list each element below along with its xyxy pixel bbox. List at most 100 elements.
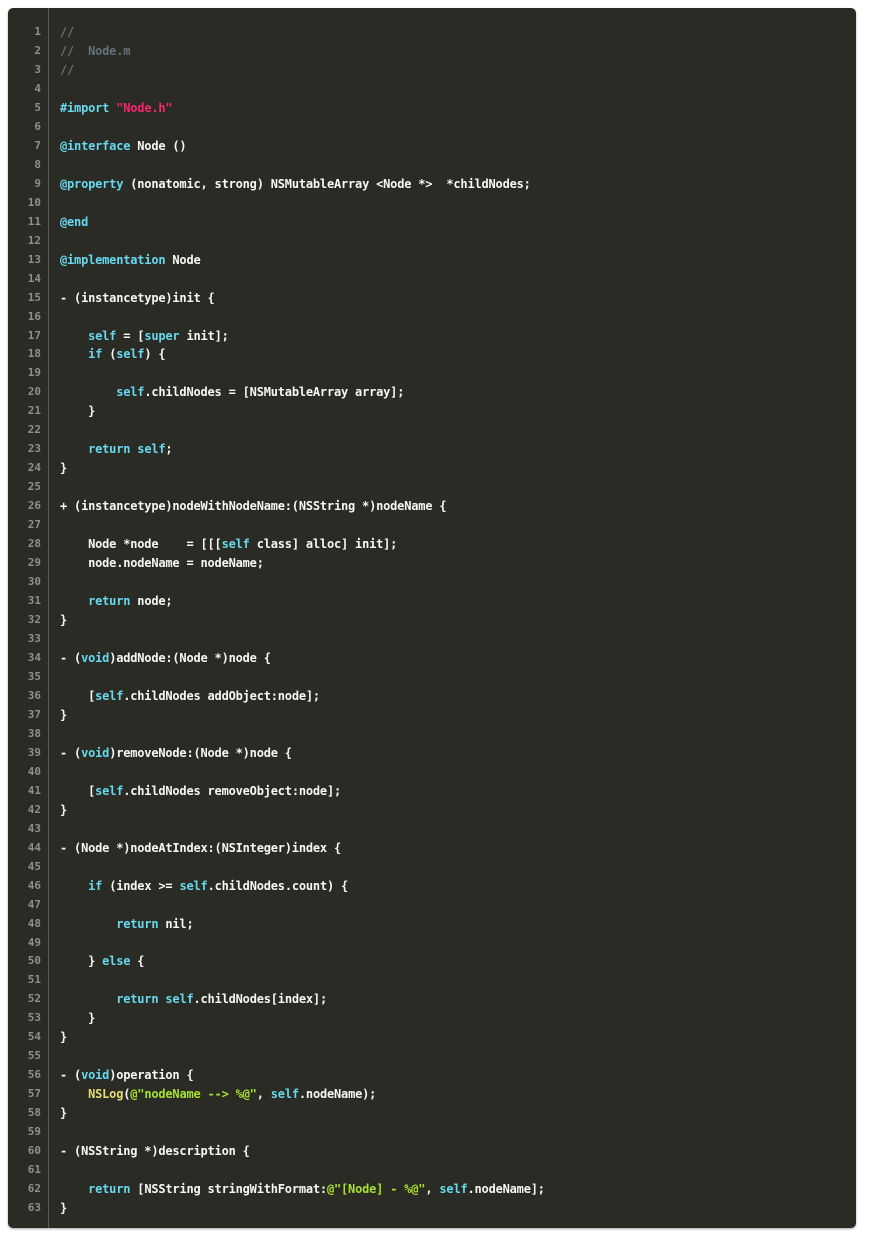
line-number: 62 xyxy=(8,1180,41,1199)
code-text: node.nodeName = nodeName; xyxy=(41,554,856,573)
code-line-29[interactable]: 29 node.nodeName = nodeName; xyxy=(8,554,856,573)
code-text: - (void)addNode:(Node *)node { xyxy=(41,649,856,668)
code-line-13[interactable]: 13@implementation Node xyxy=(8,251,856,270)
code-line-62[interactable]: 62 return [NSString stringWithFormat:@"[… xyxy=(8,1180,856,1199)
code-line-61[interactable]: 61 xyxy=(8,1161,856,1180)
code-line-14[interactable]: 14 xyxy=(8,270,856,289)
code-line-12[interactable]: 12 xyxy=(8,232,856,251)
line-number: 33 xyxy=(8,630,41,649)
code-line-53[interactable]: 53 } xyxy=(8,1009,856,1028)
code-line-40[interactable]: 40 xyxy=(8,763,856,782)
code-line-7[interactable]: 7@interface Node () xyxy=(8,137,856,156)
code-line-1[interactable]: 1// xyxy=(8,23,856,42)
code-line-15[interactable]: 15- (instancetype)init { xyxy=(8,289,856,308)
code-line-45[interactable]: 45 xyxy=(8,858,856,877)
code-line-48[interactable]: 48 return nil; xyxy=(8,915,856,934)
code-line-24[interactable]: 24} xyxy=(8,459,856,478)
line-number: 36 xyxy=(8,687,41,706)
code-line-51[interactable]: 51 xyxy=(8,971,856,990)
line-number: 11 xyxy=(8,213,41,232)
line-number: 23 xyxy=(8,440,41,459)
code-line-9[interactable]: 9@property (nonatomic, strong) NSMutable… xyxy=(8,175,856,194)
code-line-10[interactable]: 10 xyxy=(8,194,856,213)
code-line-25[interactable]: 25 xyxy=(8,478,856,497)
code-line-52[interactable]: 52 return self.childNodes[index]; xyxy=(8,990,856,1009)
line-number: 27 xyxy=(8,516,41,535)
code-line-43[interactable]: 43 xyxy=(8,820,856,839)
code-line-19[interactable]: 19 xyxy=(8,364,856,383)
code-line-54[interactable]: 54} xyxy=(8,1028,856,1047)
code-text xyxy=(41,118,856,137)
line-number: 37 xyxy=(8,706,41,725)
code-line-50[interactable]: 50 } else { xyxy=(8,952,856,971)
code-line-56[interactable]: 56- (void)operation { xyxy=(8,1066,856,1085)
code-text: - (instancetype)init { xyxy=(41,289,856,308)
code-line-33[interactable]: 33 xyxy=(8,630,856,649)
code-text: return [NSString stringWithFormat:@"[Nod… xyxy=(41,1180,856,1199)
code-line-34[interactable]: 34- (void)addNode:(Node *)node { xyxy=(8,649,856,668)
code-text: } xyxy=(41,1009,856,1028)
line-number: 25 xyxy=(8,478,41,497)
code-line-30[interactable]: 30 xyxy=(8,573,856,592)
code-line-2[interactable]: 2// Node.m xyxy=(8,42,856,61)
code-editor[interactable]: 1//2// Node.m3//45#import "Node.h"67@int… xyxy=(8,8,856,1228)
code-text xyxy=(41,668,856,687)
code-line-18[interactable]: 18 if (self) { xyxy=(8,345,856,364)
code-text: } xyxy=(41,459,856,478)
code-line-6[interactable]: 6 xyxy=(8,118,856,137)
code-line-20[interactable]: 20 self.childNodes = [NSMutableArray arr… xyxy=(8,383,856,402)
code-line-55[interactable]: 55 xyxy=(8,1047,856,1066)
code-line-47[interactable]: 47 xyxy=(8,896,856,915)
code-text xyxy=(41,934,856,953)
line-number: 42 xyxy=(8,801,41,820)
code-line-11[interactable]: 11@end xyxy=(8,213,856,232)
code-line-63[interactable]: 63} xyxy=(8,1199,856,1218)
line-number: 47 xyxy=(8,896,41,915)
code-text: // Node.m xyxy=(41,42,856,61)
code-line-39[interactable]: 39- (void)removeNode:(Node *)node { xyxy=(8,744,856,763)
code-line-38[interactable]: 38 xyxy=(8,725,856,744)
code-line-49[interactable]: 49 xyxy=(8,934,856,953)
code-text: return nil; xyxy=(41,915,856,934)
code-line-44[interactable]: 44- (Node *)nodeAtIndex:(NSInteger)index… xyxy=(8,839,856,858)
code-line-32[interactable]: 32} xyxy=(8,611,856,630)
code-line-23[interactable]: 23 return self; xyxy=(8,440,856,459)
code-text: self.childNodes = [NSMutableArray array]… xyxy=(41,383,856,402)
code-line-60[interactable]: 60- (NSString *)description { xyxy=(8,1142,856,1161)
code-line-4[interactable]: 4 xyxy=(8,80,856,99)
line-number: 39 xyxy=(8,744,41,763)
line-number: 49 xyxy=(8,934,41,953)
code-line-17[interactable]: 17 self = [super init]; xyxy=(8,327,856,346)
code-line-28[interactable]: 28 Node *node = [[[self class] alloc] in… xyxy=(8,535,856,554)
code-line-57[interactable]: 57 NSLog(@"nodeName --> %@", self.nodeNa… xyxy=(8,1085,856,1104)
code-text xyxy=(41,421,856,440)
code-line-27[interactable]: 27 xyxy=(8,516,856,535)
line-number: 57 xyxy=(8,1085,41,1104)
code-line-22[interactable]: 22 xyxy=(8,421,856,440)
code-text: @interface Node () xyxy=(41,137,856,156)
code-line-37[interactable]: 37} xyxy=(8,706,856,725)
code-text: // xyxy=(41,61,856,80)
code-line-16[interactable]: 16 xyxy=(8,308,856,327)
code-text: - (Node *)nodeAtIndex:(NSInteger)index { xyxy=(41,839,856,858)
code-line-31[interactable]: 31 return node; xyxy=(8,592,856,611)
code-text: } xyxy=(41,1104,856,1123)
code-line-5[interactable]: 5#import "Node.h" xyxy=(8,99,856,118)
code-line-8[interactable]: 8 xyxy=(8,156,856,175)
code-line-21[interactable]: 21 } xyxy=(8,402,856,421)
line-number: 58 xyxy=(8,1104,41,1123)
code-line-26[interactable]: 26+ (instancetype)nodeWithNodeName:(NSSt… xyxy=(8,497,856,516)
code-line-59[interactable]: 59 xyxy=(8,1123,856,1142)
code-line-36[interactable]: 36 [self.childNodes addObject:node]; xyxy=(8,687,856,706)
code-line-35[interactable]: 35 xyxy=(8,668,856,687)
line-number: 52 xyxy=(8,990,41,1009)
code-line-46[interactable]: 46 if (index >= self.childNodes.count) { xyxy=(8,877,856,896)
code-line-3[interactable]: 3// xyxy=(8,61,856,80)
code-text: [self.childNodes removeObject:node]; xyxy=(41,782,856,801)
code-line-58[interactable]: 58} xyxy=(8,1104,856,1123)
code-line-42[interactable]: 42} xyxy=(8,801,856,820)
code-text: - (NSString *)description { xyxy=(41,1142,856,1161)
code-line-41[interactable]: 41 [self.childNodes removeObject:node]; xyxy=(8,782,856,801)
line-number: 6 xyxy=(8,118,41,137)
line-number: 4 xyxy=(8,80,41,99)
